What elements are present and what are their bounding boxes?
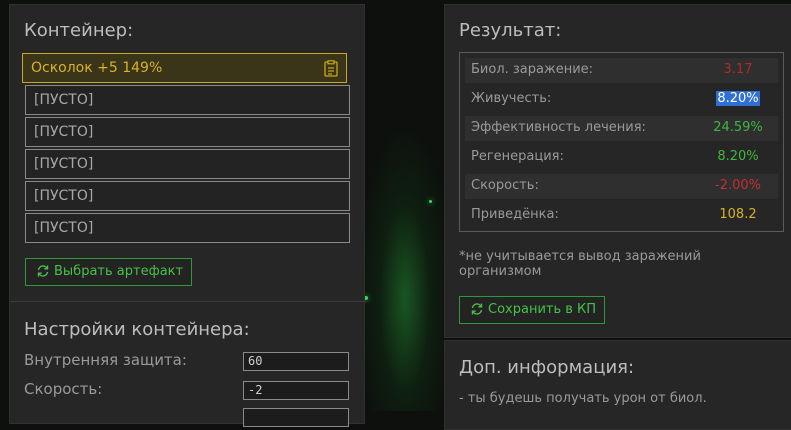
result-label: Биол. заражение:: [471, 62, 594, 77]
selected-value: 8.20%: [716, 91, 760, 106]
result-label: Эффективность лечения:: [471, 120, 646, 135]
slot-label: [ПУСТО]: [34, 188, 94, 204]
result-row: Приведёнка: 108.2: [465, 203, 778, 228]
result-value: -2.00%: [715, 178, 761, 193]
slot-label: [ПУСТО]: [34, 156, 94, 172]
result-row: Регенерация: 8.20%: [465, 145, 778, 170]
result-note: *не учитывается вывод заражений организм…: [459, 249, 701, 279]
select-artifact-button[interactable]: Выбрать артефакт: [25, 258, 193, 286]
speed-label: Скорость:: [24, 380, 103, 398]
container-slot-2[interactable]: [ПУСТО]: [25, 85, 350, 115]
container-slot-4[interactable]: [ПУСТО]: [25, 149, 350, 179]
result-value: 108.2: [719, 207, 757, 222]
inner-protection-label: Внутренняя защита:: [24, 351, 187, 369]
result-value: 8.20%: [693, 91, 783, 106]
result-value: 8.20%: [717, 149, 759, 164]
result-title: Результат:: [459, 20, 562, 41]
slot-label: [ПУСТО]: [34, 92, 94, 108]
result-label: Скорость:: [471, 178, 539, 193]
extra-info-panel: Доп. информация: - ты будешь получать ур…: [444, 340, 791, 430]
slot-label: [ПУСТО]: [34, 124, 94, 140]
result-panel: Результат: Биол. заражение: 3.17 Живучес…: [444, 4, 791, 338]
result-row: Живучесть: 8.20%: [465, 87, 778, 112]
result-table: Биол. заражение: 3.17 Живучесть: 8.20% Э…: [459, 52, 784, 232]
container-panel: Контейнер: Осколок +5 149% [ПУСТО] [ПУСТ…: [9, 4, 366, 427]
inner-protection-input[interactable]: 60: [243, 352, 349, 371]
save-to-kp-button[interactable]: Сохранить в КП: [459, 296, 606, 324]
container-slot-1[interactable]: Осколок +5 149%: [22, 53, 347, 83]
container-slot-3[interactable]: [ПУСТО]: [25, 117, 350, 147]
clipboard-icon: [324, 59, 338, 87]
slot-label: [ПУСТО]: [34, 220, 94, 236]
result-row: Эффективность лечения: 24.59%: [465, 116, 778, 141]
result-label: Приведёнка:: [471, 207, 559, 222]
refresh-icon: [37, 265, 49, 277]
extra-info-text: - ты будешь получать урон от биол.: [459, 391, 707, 406]
container-title: Контейнер:: [24, 20, 134, 41]
result-label: Регенерация:: [471, 149, 564, 164]
speed-input[interactable]: -2: [243, 381, 349, 400]
save-to-kp-label: Сохранить в КП: [488, 302, 597, 317]
result-row: Биол. заражение: 3.17: [465, 58, 778, 83]
divider: [10, 301, 366, 302]
background-glow: [360, 130, 450, 411]
slot-label: Осколок +5 149%: [31, 60, 163, 76]
result-row: Скорость: -2.00%: [465, 174, 778, 199]
container-slot-5[interactable]: [ПУСТО]: [25, 181, 350, 211]
result-value: 24.59%: [713, 120, 763, 135]
select-artifact-label: Выбрать артефакт: [54, 264, 184, 279]
result-value: 3.17: [723, 62, 753, 77]
glow-dot: [429, 200, 432, 203]
refresh-icon: [471, 303, 483, 315]
settings-title: Настройки контейнера:: [24, 319, 250, 340]
container-slot-6[interactable]: [ПУСТО]: [25, 213, 350, 243]
result-label: Живучесть:: [471, 91, 552, 106]
extra-info-title: Доп. информация:: [459, 357, 635, 378]
